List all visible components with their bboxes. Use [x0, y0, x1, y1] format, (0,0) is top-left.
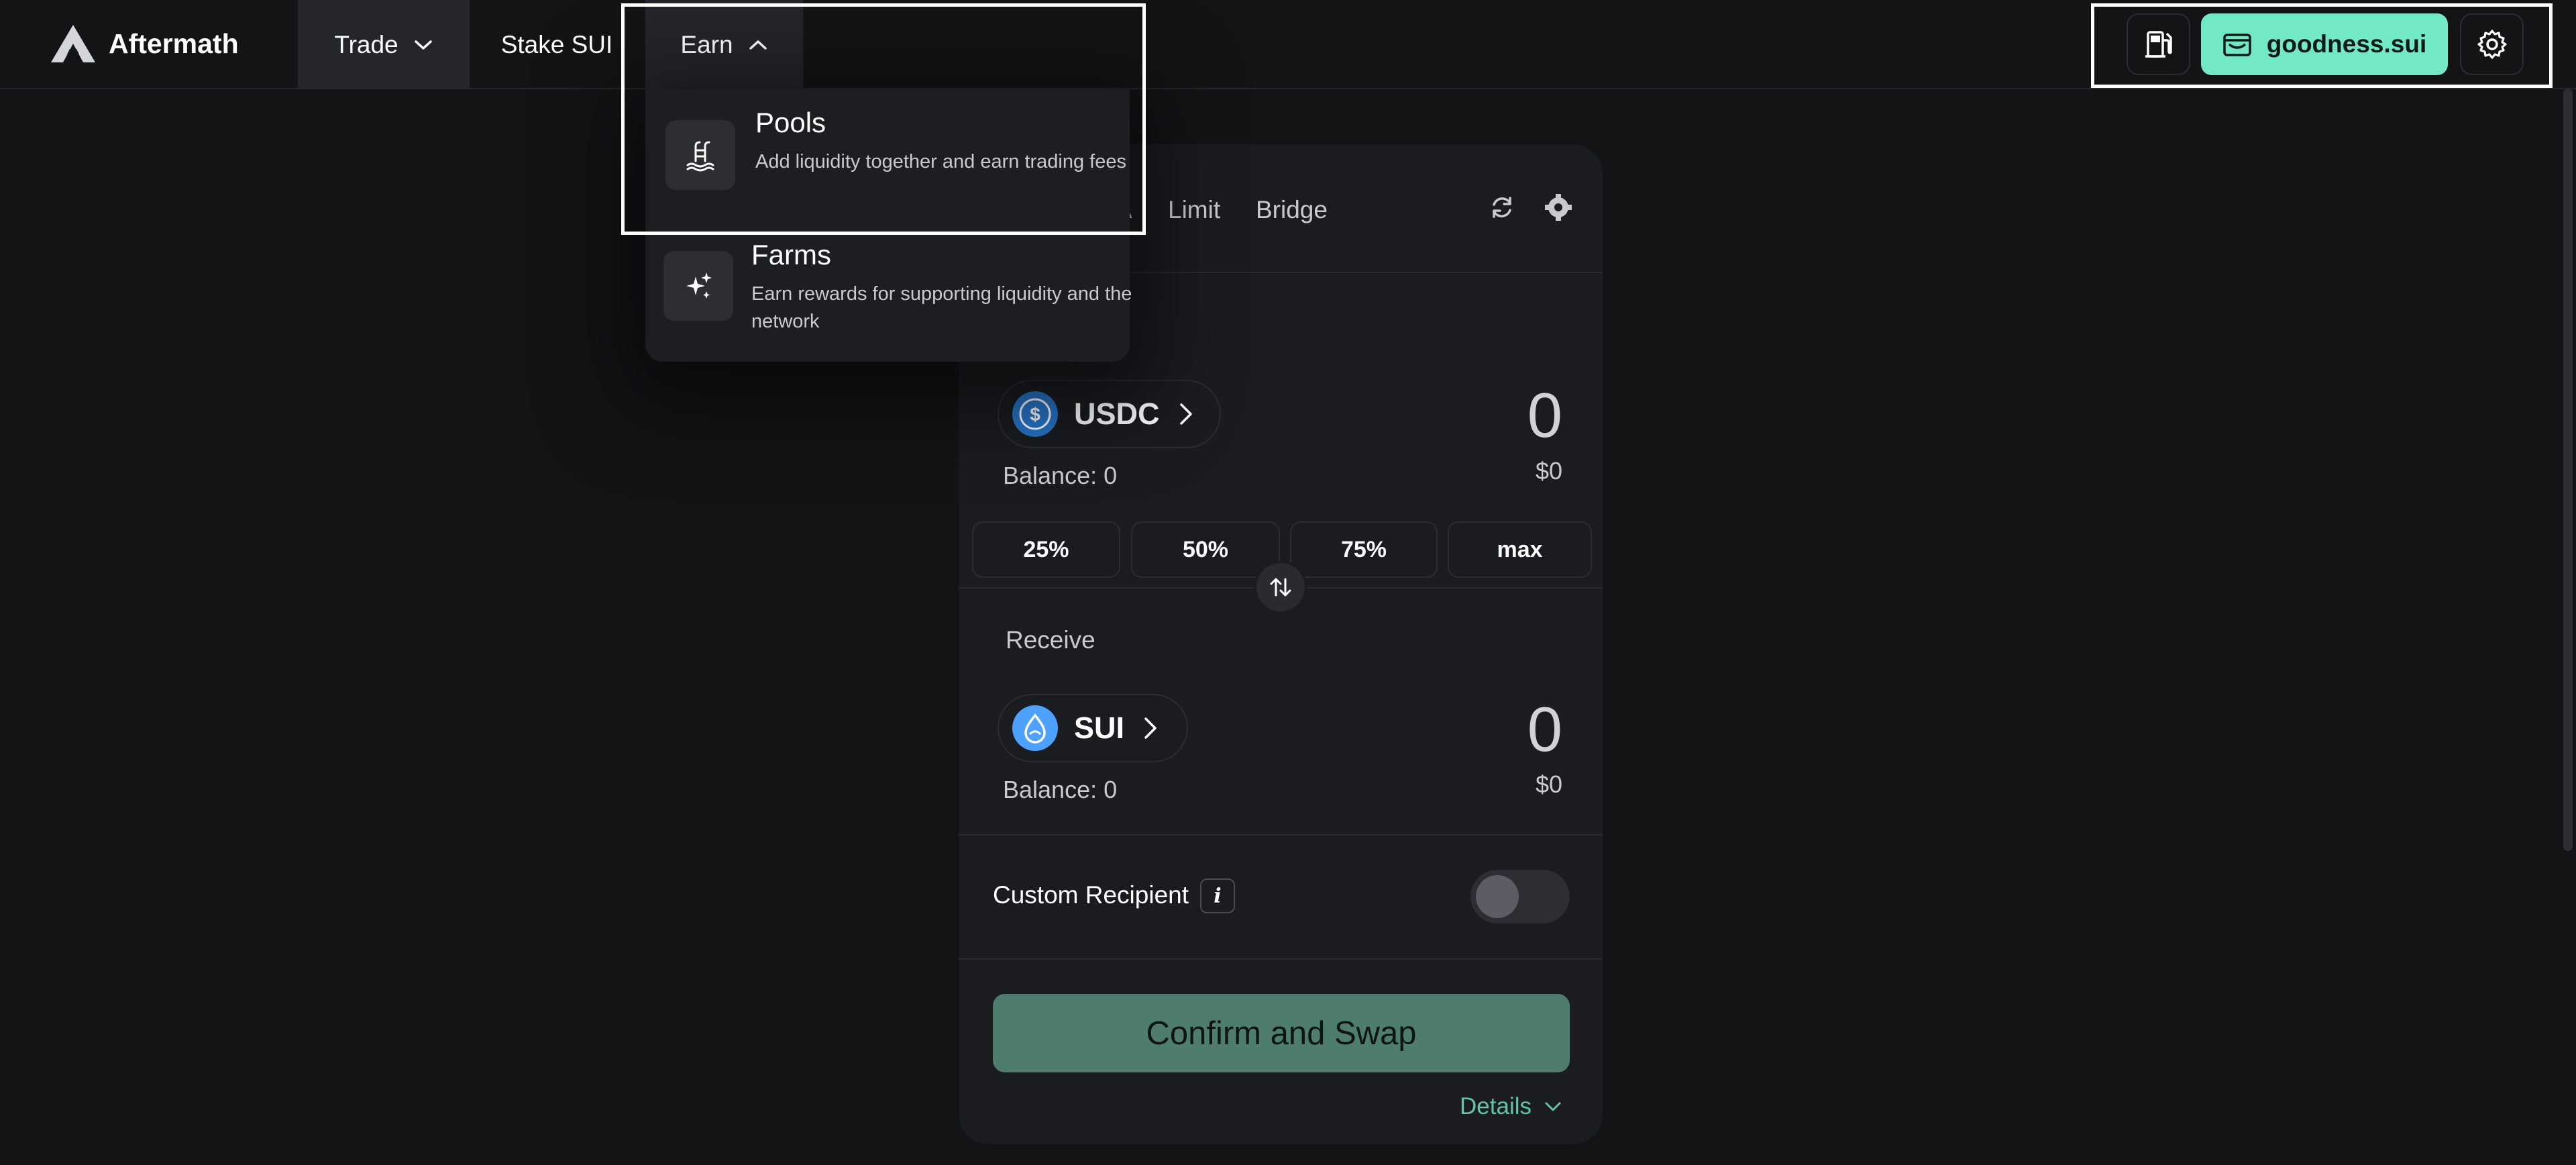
receive-token-selector[interactable]: SUI [998, 694, 1188, 762]
percent-75-button[interactable]: 75% [1290, 521, 1438, 578]
receive-amount: 0 [1527, 694, 1562, 764]
sui-icon [1012, 705, 1058, 751]
percent-25-button[interactable]: 25% [972, 521, 1120, 578]
gear-icon [2477, 30, 2507, 59]
chevron-right-icon [1144, 717, 1157, 739]
gas-button[interactable] [2127, 13, 2190, 75]
custom-recipient-toggle[interactable] [1470, 870, 1570, 923]
wallet-button[interactable]: goodness.sui [2201, 13, 2448, 75]
receive-balance: Balance: 0 [1003, 776, 1117, 804]
chevron-up-icon [749, 40, 767, 50]
usdc-icon: $ [1012, 391, 1058, 437]
tab-bridge[interactable]: Bridge [1256, 196, 1328, 224]
menu-item-pools[interactable]: Pools Add liquidity together and earn tr… [665, 107, 1126, 230]
pay-amount-input[interactable]: 0 [1527, 379, 1562, 452]
nav-earn-label: Earn [680, 30, 733, 58]
settings-button[interactable] [2460, 13, 2524, 75]
chevron-down-icon [1545, 1102, 1561, 1111]
sparkles-icon [663, 251, 733, 321]
pools-description: Add liquidity together and earn trading … [755, 151, 1126, 172]
pay-token-selector[interactable]: $ USDC [998, 380, 1221, 448]
top-nav: Aftermath Trade Stake SUI Earn goodness.… [0, 0, 2576, 89]
fuel-pump-icon [2145, 31, 2172, 58]
section-divider [959, 834, 1603, 835]
details-label: Details [1460, 1093, 1532, 1119]
custom-recipient-label: Custom Recipient [993, 881, 1189, 909]
earn-dropdown-menu: Pools Add liquidity together and earn tr… [645, 89, 1132, 365]
nav-earn[interactable]: Earn [645, 0, 803, 89]
refresh-icon[interactable] [1487, 193, 1517, 222]
menu-item-farms[interactable]: Farms Earn rewards for supporting liquid… [663, 239, 1132, 365]
details-toggle[interactable]: Details [1460, 1093, 1562, 1120]
pay-balance-value: 0 [1104, 462, 1118, 489]
chevron-down-icon [414, 40, 432, 50]
percent-50-button[interactable]: 50% [1131, 521, 1280, 578]
confirm-swap-button[interactable]: Confirm and Swap [993, 994, 1570, 1072]
pools-title: Pools [755, 107, 826, 138]
receive-balance-value: 0 [1104, 776, 1118, 803]
nav-trade-label: Trade [334, 30, 398, 58]
toggle-knob [1476, 875, 1519, 918]
info-icon[interactable]: i [1200, 878, 1235, 913]
aftermath-logo-icon [51, 25, 95, 62]
swap-settings-icon[interactable] [1544, 193, 1573, 222]
pay-usd-value: $0 [1535, 457, 1562, 485]
brand-logo[interactable]: Aftermath [50, 20, 239, 67]
pool-ladder-icon [665, 120, 735, 190]
pay-balance-label: Balance: [1003, 462, 1097, 489]
farms-description: Earn rewards for supporting liquidity an… [751, 283, 1132, 332]
receive-label: Receive [1006, 626, 1095, 654]
svg-text:$: $ [1030, 404, 1040, 425]
max-button[interactable]: max [1448, 521, 1592, 578]
nav-stake-label: Stake SUI [500, 30, 613, 58]
page-scrollbar[interactable] [2560, 89, 2576, 1165]
tab-limit[interactable]: Limit [1168, 196, 1220, 224]
receive-usd-value: $0 [1535, 770, 1562, 798]
nav-stake-sui[interactable]: Stake SUI [470, 0, 644, 89]
pay-balance: Balance: 0 [1003, 462, 1117, 490]
chevron-right-icon [1179, 403, 1192, 425]
receive-balance-label: Balance: [1003, 776, 1097, 803]
swap-arrows-icon [1270, 578, 1291, 597]
pay-token-symbol: USDC [1074, 397, 1160, 431]
farms-title: Farms [751, 239, 831, 270]
nav-trade[interactable]: Trade [298, 0, 470, 89]
scrollbar-thumb[interactable] [2563, 89, 2573, 851]
wallet-address: goodness.sui [2266, 30, 2427, 58]
receive-token-symbol: SUI [1074, 711, 1125, 745]
wallet-icon [2223, 34, 2251, 56]
brand-name: Aftermath [109, 28, 239, 59]
swap-direction-button[interactable] [1254, 560, 1307, 614]
section-divider [959, 958, 1603, 960]
